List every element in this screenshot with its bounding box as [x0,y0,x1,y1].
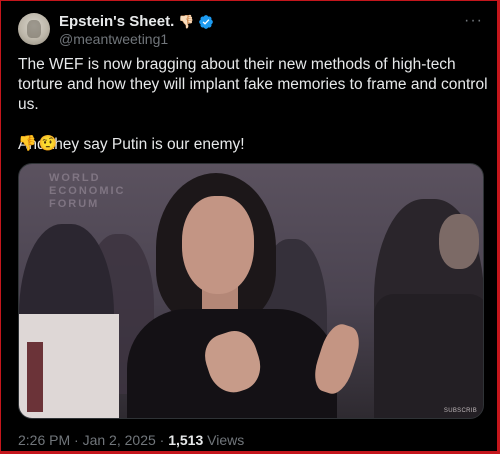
verified-badge-icon [199,14,214,29]
views-count: 1,513 [168,432,204,448]
author-name-row: Epstein's Sheet. 👎🏻 [59,13,214,30]
display-name[interactable]: Epstein's Sheet. [59,13,174,30]
views-label: Views [207,432,245,448]
subscribe-watermark: SUBSCRIB [443,408,477,414]
speaker-face [182,196,254,294]
tweet-emojis: 👎🤨 [18,135,60,152]
author-handle[interactable]: @meantweeting1 [59,31,168,47]
background-person-tie [27,342,43,412]
wef-logo: WORLD ECONOMIC FORUM [49,172,126,210]
tweet-paragraph-1: The WEF is now bragging about their new … [18,56,488,113]
tweet-metadata: 2:26 PM · Jan 2, 2025 · 1,513 Views [18,432,245,448]
name-emoji: 👎🏻 [178,14,195,29]
video-media[interactable]: WORLD ECONOMIC FORUM SUBSCRIB [18,163,484,419]
more-options-icon[interactable]: ··· [464,12,483,30]
tweet-time[interactable]: 2:26 PM [18,432,70,448]
tweet-paragraph-2: And they say Putin is our enemy! [18,136,245,153]
tweet-text: The WEF is now bragging about their new … [18,55,488,155]
background-person-face [439,214,479,269]
avatar[interactable] [18,13,50,45]
tweet-date[interactable]: Jan 2, 2025 [83,432,156,448]
background-person-coat [374,294,483,418]
